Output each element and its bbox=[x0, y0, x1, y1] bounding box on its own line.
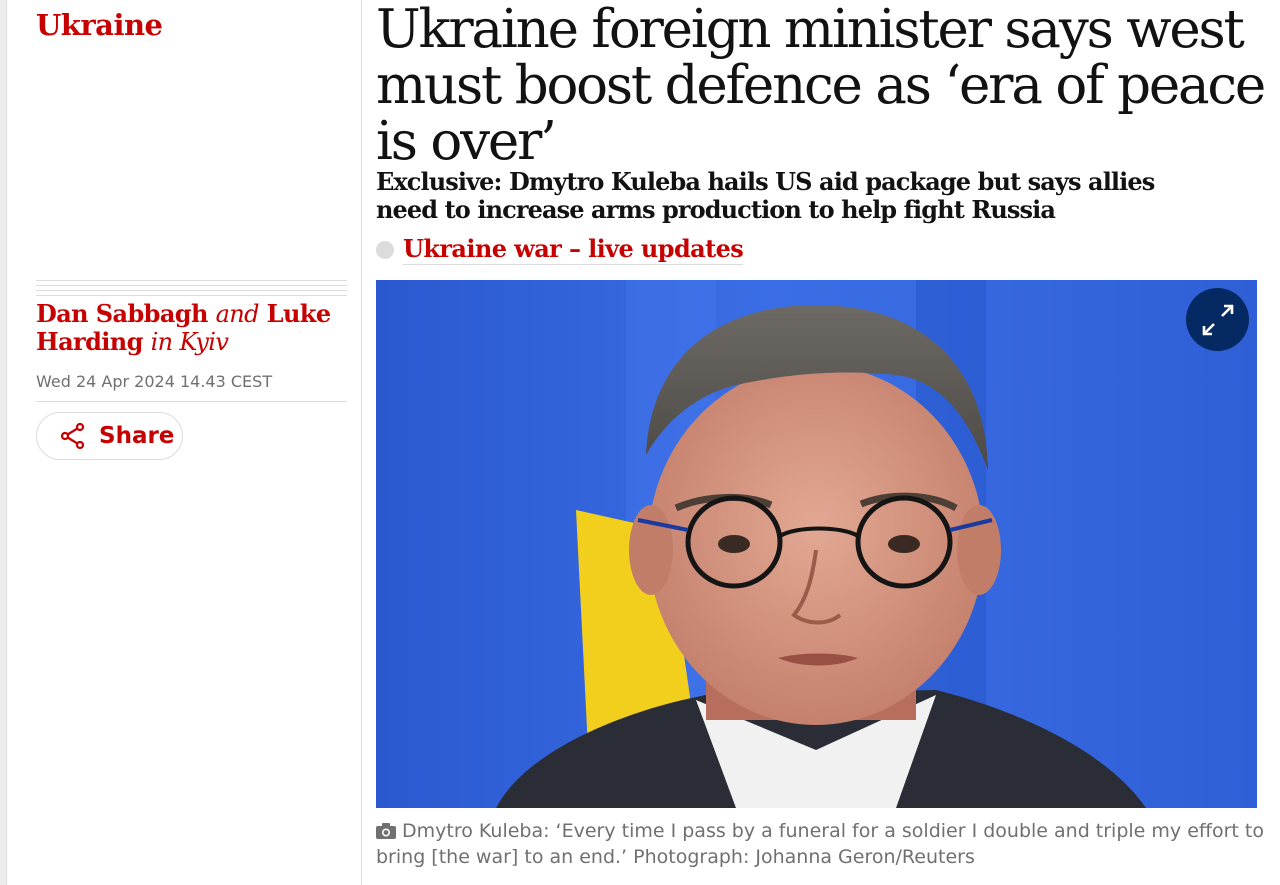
expand-arrows-icon bbox=[1202, 304, 1233, 335]
live-updates-link[interactable]: Ukraine war – live updates bbox=[376, 234, 744, 265]
share-button[interactable]: Share bbox=[36, 412, 183, 460]
share-label: Share bbox=[99, 423, 175, 449]
window-left-edge bbox=[0, 0, 7, 885]
publish-date: Wed 24 Apr 2024 14.43 CEST bbox=[36, 372, 273, 391]
live-updates-label[interactable]: Ukraine war – live updates bbox=[403, 234, 744, 265]
byline-location: in Kyiv bbox=[150, 328, 229, 356]
author-link-1[interactable]: Dan Sabbagh bbox=[36, 299, 208, 328]
photo-caption: Dmytro Kuleba: ‘Every time I pass by a f… bbox=[376, 818, 1266, 870]
live-dot-icon bbox=[376, 240, 394, 259]
camera-icon bbox=[376, 823, 396, 839]
column-divider bbox=[361, 0, 362, 885]
expand-image-button[interactable] bbox=[1186, 288, 1249, 351]
share-icon bbox=[60, 422, 85, 450]
byline-connector: and bbox=[215, 300, 260, 328]
meta-divider bbox=[36, 401, 347, 402]
meta-top-rules bbox=[36, 280, 347, 300]
caption-text: Dmytro Kuleba: ‘Every time I pass by a f… bbox=[376, 820, 1264, 868]
article-headline: Ukraine foreign minister says west must … bbox=[376, 0, 1266, 172]
byline: Dan Sabbagh and Luke Harding in Kyiv bbox=[36, 299, 336, 357]
portrait-image bbox=[376, 280, 1257, 808]
section-label-link[interactable]: Ukraine bbox=[36, 8, 163, 42]
article-standfirst: Exclusive: Dmytro Kuleba hails US aid pa… bbox=[376, 167, 1155, 224]
article-main-photo[interactable] bbox=[376, 280, 1257, 808]
